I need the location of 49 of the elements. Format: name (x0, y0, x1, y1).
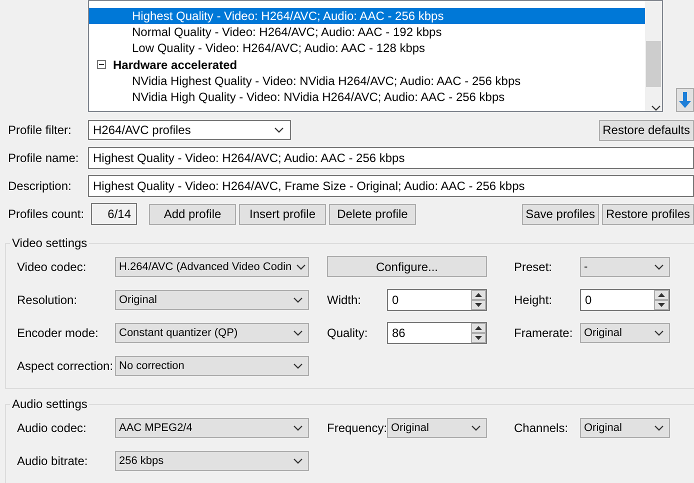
field-label: Encoder mode: (17, 326, 100, 340)
number-spinner[interactable]: 0 (580, 288, 670, 310)
dropdown[interactable]: No correction (115, 356, 309, 376)
field-label: Audio codec: (17, 420, 88, 434)
dropdown[interactable]: Original (115, 290, 309, 310)
field-label: Audio bitrate: (17, 454, 89, 468)
number-spinner[interactable]: 0 (387, 288, 487, 310)
field-label: Quality: (327, 326, 369, 340)
dropdown[interactable]: Original (580, 322, 670, 342)
count-field: 6/14 (91, 203, 137, 225)
text-field[interactable]: Highest Quality - Video: H264/AVC, Frame Size - Original; Audio: AAC - 256 kbps (88, 175, 694, 197)
field-label: Frequency: (327, 420, 387, 434)
restore-defaults-button[interactable]: Restore defaults (598, 120, 694, 140)
profile-button[interactable]: Add profile (149, 204, 236, 224)
profile-item[interactable]: NVidia High Quality - Video: NVidia H264/AVC; Audio: AAC - 256 kbps (89, 89, 646, 105)
field-label: Profile name: (8, 151, 80, 165)
group-title: Audio settings (11, 397, 88, 411)
dropdown[interactable]: Original (580, 418, 670, 438)
profiles-button[interactable]: Save profiles (522, 204, 599, 224)
field-label: Framerate: (514, 326, 574, 340)
field-label: Resolution: (17, 292, 78, 306)
configure-button[interactable]: Configure... (327, 256, 487, 277)
dropdown[interactable]: AAC MPEG2/4 (115, 418, 309, 438)
profile-button[interactable]: Insert profile (239, 204, 326, 224)
field-label: Channels: (514, 420, 570, 434)
group-header: Hardware accelerated (113, 58, 238, 72)
dropdown[interactable]: Original (387, 418, 487, 438)
field-label: Aspect correction: (17, 358, 114, 372)
profile-item[interactable]: Normal Quality - Video: H264/AVC; Audio: AAC - 192 kbps (89, 24, 646, 40)
text-field[interactable]: Highest Quality - Video: H264/AVC; Audio: AAC - 256 kbps (88, 147, 694, 169)
dropdown[interactable]: 256 kbps (115, 450, 309, 470)
dropdown[interactable]: H.264/AVC (Advanced Video Codin (115, 256, 309, 276)
dropdown[interactable]: Constant quantizer (QP) (115, 322, 309, 342)
group-title: Video settings (11, 236, 88, 250)
profile-button[interactable]: Delete profile (329, 204, 416, 224)
number-spinner[interactable]: 86 (387, 322, 487, 344)
profile-item[interactable]: Low Quality - Video: H264/AVC; Audio: AAC - 128 kbps (89, 40, 646, 56)
field-label: Video codec: (17, 260, 88, 274)
field-label: Width: (327, 292, 362, 306)
field-label: Preset: (514, 260, 554, 274)
field-label: Profile filter: (8, 123, 72, 137)
profiles-button[interactable]: Restore profiles (602, 204, 694, 224)
profile-item[interactable]: NVidia Highest Quality - Video: NVidia H264/AVC; Audio: AAC - 256 kbps (89, 73, 646, 89)
dropdown[interactable]: H264/AVC profiles (88, 120, 291, 140)
field-label: Description: (8, 179, 72, 193)
field-label: Height: (514, 292, 554, 306)
field-label: Profiles count: (8, 207, 86, 221)
dropdown[interactable]: - (580, 256, 670, 276)
profile-item[interactable]: Highest Quality - Video: H264/AVC; Audio: AAC - 256 kbps (89, 8, 646, 24)
